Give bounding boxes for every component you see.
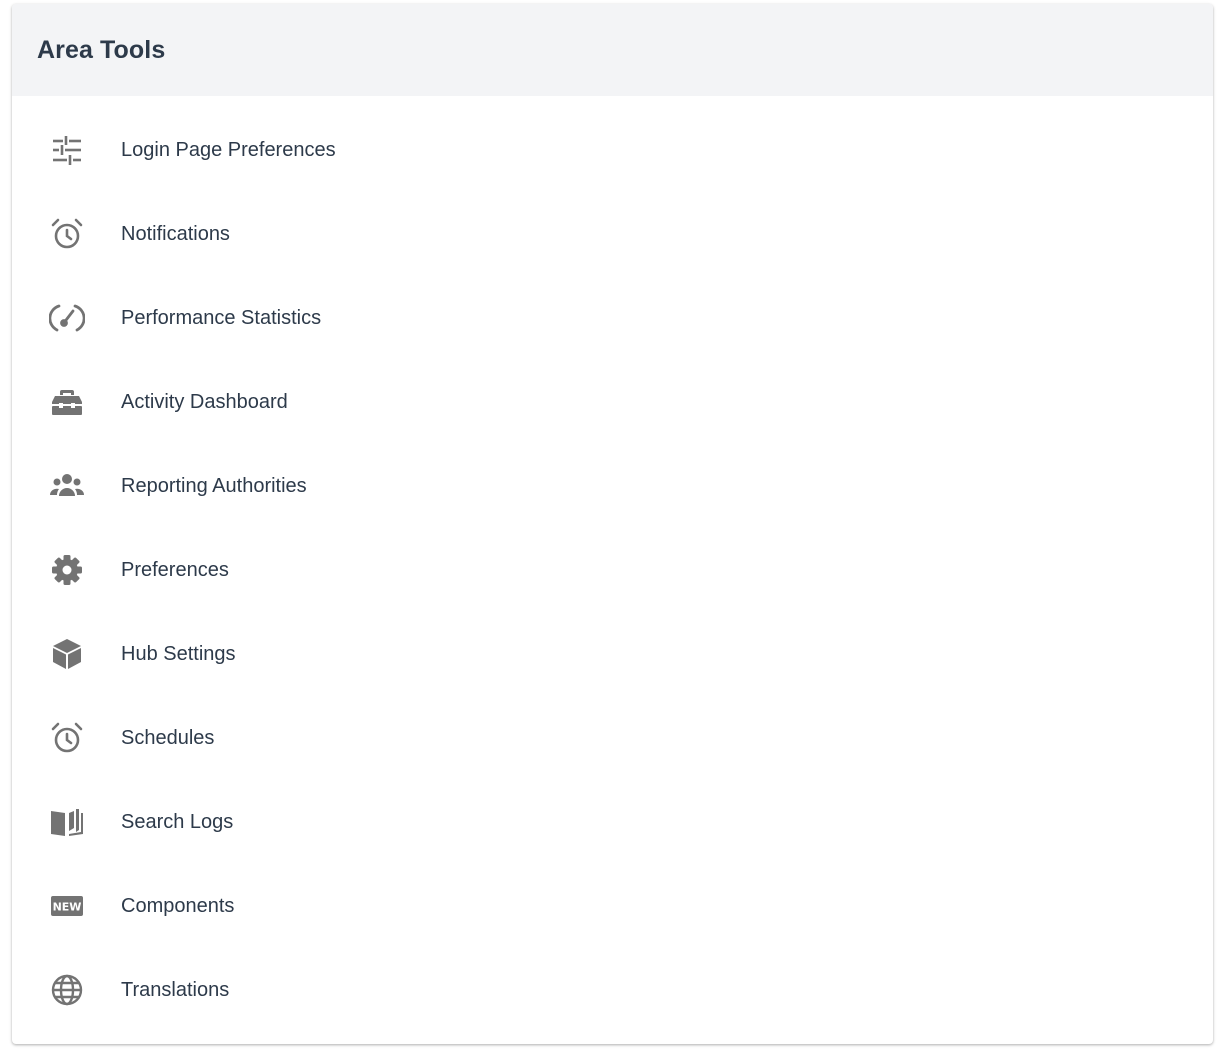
users-group-icon bbox=[47, 466, 87, 506]
tool-item-components[interactable]: NEW Components bbox=[12, 864, 1213, 948]
tool-label: Preferences bbox=[121, 558, 229, 581]
tool-item-activity-dashboard[interactable]: Activity Dashboard bbox=[12, 360, 1213, 444]
tool-item-reporting-authorities[interactable]: Reporting Authorities bbox=[12, 444, 1213, 528]
tool-item-notifications[interactable]: Notifications bbox=[12, 192, 1213, 276]
tool-item-search-logs[interactable]: Search Logs bbox=[12, 780, 1213, 864]
new-badge-icon: NEW bbox=[47, 886, 87, 926]
card-title: Area Tools bbox=[37, 35, 166, 64]
tool-list: Login Page Preferences Notifications Per… bbox=[12, 96, 1213, 1032]
open-book-icon bbox=[47, 802, 87, 842]
tool-item-translations[interactable]: Translations bbox=[12, 948, 1213, 1032]
gear-icon bbox=[47, 550, 87, 590]
sliders-icon bbox=[47, 130, 87, 170]
tool-item-schedules[interactable]: Schedules bbox=[12, 696, 1213, 780]
tool-label: Components bbox=[121, 894, 235, 917]
tool-label: Reporting Authorities bbox=[121, 474, 307, 497]
tool-label: Activity Dashboard bbox=[121, 390, 288, 413]
alarm-clock-icon bbox=[47, 214, 87, 254]
globe-icon bbox=[47, 970, 87, 1010]
cube-icon bbox=[47, 634, 87, 674]
tool-item-preferences[interactable]: Preferences bbox=[12, 528, 1213, 612]
alarm-clock-icon bbox=[47, 718, 87, 758]
toolbox-icon bbox=[47, 382, 87, 422]
tool-label: Translations bbox=[121, 978, 230, 1001]
svg-text:NEW: NEW bbox=[53, 901, 82, 914]
tool-label: Login Page Preferences bbox=[121, 138, 336, 161]
tool-label: Performance Statistics bbox=[121, 306, 322, 329]
tool-item-hub-settings[interactable]: Hub Settings bbox=[12, 612, 1213, 696]
tool-item-login-page-preferences[interactable]: Login Page Preferences bbox=[12, 108, 1213, 192]
tool-label: Notifications bbox=[121, 222, 230, 245]
tool-item-performance-statistics[interactable]: Performance Statistics bbox=[12, 276, 1213, 360]
area-tools-card: Area Tools Login Page Preferences Notifi… bbox=[12, 4, 1213, 1044]
card-header: Area Tools bbox=[12, 4, 1213, 96]
tool-label: Schedules bbox=[121, 726, 215, 749]
tool-label: Hub Settings bbox=[121, 642, 236, 665]
speedometer-icon bbox=[47, 298, 87, 338]
tool-label: Search Logs bbox=[121, 810, 234, 833]
